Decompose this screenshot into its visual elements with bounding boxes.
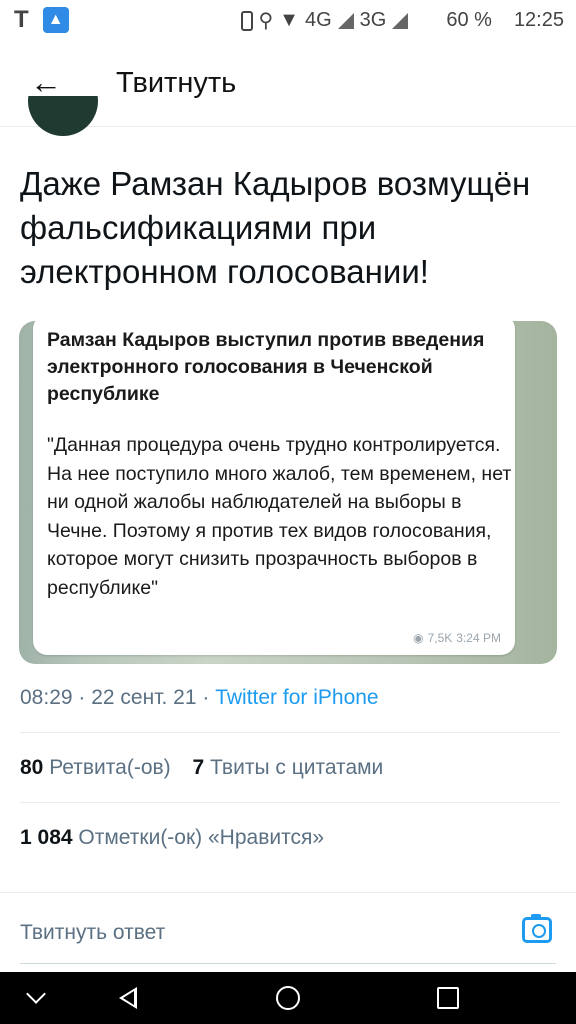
quotes-link[interactable]: 7 Твиты с цитатами <box>193 756 384 779</box>
quotes-count: 7 <box>192 756 205 779</box>
status-bar-left: T ▲ <box>14 6 69 34</box>
tweet-source-link[interactable]: Twitter for iPhone <box>215 686 378 709</box>
media-meta: ◉ 7,5K 3:24 PM <box>413 631 501 645</box>
back-arrow-icon[interactable]: ← <box>30 66 62 98</box>
tweet-meta: 08:29 · 22 сент. 21 · Twitter for iPhone <box>20 686 379 710</box>
home-nav-icon[interactable] <box>258 972 318 1024</box>
tweet-text: Даже Рамзан Кадыров возмущён фальсификац… <box>20 165 531 290</box>
status-bar: T ▲ ⚲ ▼ 4G 3G 60 % 12:25 <box>0 0 576 40</box>
battery-level: 60 % <box>446 9 492 31</box>
signal-icon <box>337 12 354 29</box>
signal-icon-2 <box>392 12 409 29</box>
network-4g: 4G <box>304 9 332 31</box>
reply-input[interactable]: Твитнуть ответ <box>20 921 165 945</box>
media-headline: Рамзан Кадыров выступил против введения … <box>47 329 485 405</box>
tweet-date: 22 сент. 21 <box>91 686 197 709</box>
phone-icon <box>240 10 253 31</box>
network-3g: 3G <box>359 9 387 31</box>
status-icons: ⚲ ▼ 4G 3G <box>240 8 409 33</box>
media-time: 3:24 PM <box>456 631 501 645</box>
recents-nav-icon[interactable] <box>418 972 478 1024</box>
media-quote: "Данная процедура очень трудно контролир… <box>47 434 512 599</box>
rocket-icon: ▲ <box>42 7 69 33</box>
likes-count: 1 084 <box>20 826 73 849</box>
retweet-stats: 80 Ретвита(-ов) 7 Твиты с цитатами <box>20 756 383 780</box>
collapse-chevron-icon[interactable] <box>6 972 66 1024</box>
reply-underline <box>20 963 556 964</box>
system-nav-bar <box>0 972 576 1024</box>
retweets-link[interactable]: 80 Ретвита(-ов) <box>20 756 171 779</box>
meta-separator: · <box>72 686 92 709</box>
likes-stats: 1 084 Отметки(-ок) «Нравится» <box>20 826 324 850</box>
camera-icon[interactable] <box>522 914 552 943</box>
meta-separator: · <box>196 686 216 709</box>
eye-icon: ◉ <box>413 631 424 645</box>
media-screenshot-card: Рамзан Кадыров выступил против введения … <box>33 321 515 655</box>
notification-letter: T <box>14 6 29 33</box>
likes-link[interactable]: 1 084 Отметки(-ок) «Нравится» <box>20 826 324 849</box>
author-avatar[interactable] <box>28 96 98 142</box>
status-bar-right: ⚲ ▼ 4G 3G 60 % 12:25 <box>240 8 564 33</box>
divider <box>20 732 560 733</box>
key-icon: ⚲ <box>258 10 274 32</box>
likes-label: Отметки(-ок) «Нравится» <box>78 826 325 849</box>
quotes-label: Твиты с цитатами <box>210 756 384 779</box>
tweet-media-image[interactable]: Рамзан Кадыров выступил против введения … <box>19 321 557 664</box>
wifi-icon: ▼ <box>279 9 299 31</box>
clock: 12:25 <box>513 9 564 31</box>
retweets-count: 80 <box>20 756 44 779</box>
retweets-label: Ретвита(-ов) <box>49 756 171 779</box>
back-nav-icon[interactable] <box>98 972 158 1024</box>
page-title: Твитнуть <box>116 67 237 99</box>
tweet-time: 08:29 <box>20 686 73 709</box>
divider <box>20 802 560 803</box>
media-views: 7,5K <box>427 631 453 645</box>
reply-bar: Твитнуть ответ <box>0 892 576 973</box>
